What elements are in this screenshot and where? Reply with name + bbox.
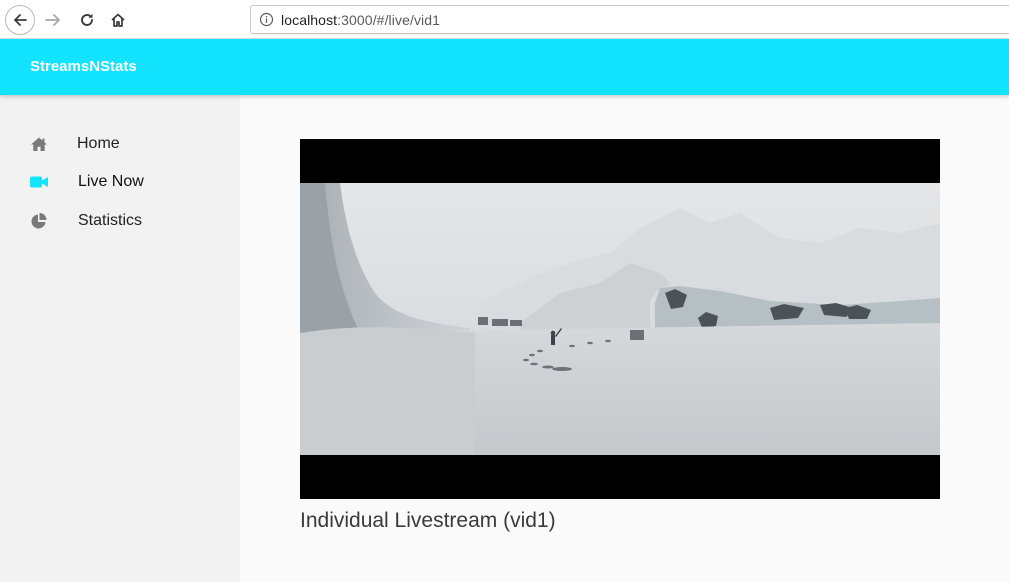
sidebar: Home Live Now Statistics xyxy=(0,95,240,582)
video-frame xyxy=(300,183,940,455)
home-icon xyxy=(29,134,49,154)
app-header: StreamsNStats xyxy=(0,39,1009,95)
home-outline-icon xyxy=(111,13,125,27)
url-host: localhost xyxy=(281,11,338,28)
url-path: :3000/#/live/vid1 xyxy=(337,11,441,28)
back-arrow-icon xyxy=(5,5,35,35)
address-bar[interactable]: localhost:3000/#/live/vid1 xyxy=(250,5,1009,34)
reload-button[interactable] xyxy=(72,5,102,35)
url-text: localhost:3000/#/live/vid1 xyxy=(281,12,440,28)
sidebar-item-statistics[interactable]: Statistics xyxy=(0,204,240,238)
video-camera-icon xyxy=(29,172,49,192)
info-icon[interactable] xyxy=(251,5,281,34)
pie-chart-icon xyxy=(29,211,49,231)
browser-toolbar: localhost:3000/#/live/vid1 xyxy=(0,0,1009,39)
video-player[interactable] xyxy=(300,139,940,499)
browser-home-button[interactable] xyxy=(103,5,133,35)
sidebar-item-home[interactable]: Home xyxy=(0,127,240,161)
forward-arrow-icon xyxy=(45,14,60,26)
back-button[interactable] xyxy=(5,5,35,35)
reload-icon xyxy=(81,13,93,26)
sidebar-item-label: Live Now xyxy=(78,173,144,190)
forward-button[interactable] xyxy=(38,5,68,35)
brand-title[interactable]: StreamsNStats xyxy=(30,58,137,75)
sidebar-item-label: Home xyxy=(77,135,120,152)
main-content: Individual Livestream (vid1) xyxy=(240,95,1009,582)
sidebar-item-label: Statistics xyxy=(78,212,143,229)
stream-title: Individual Livestream (vid1) xyxy=(300,509,556,532)
sidebar-item-live-now[interactable]: Live Now xyxy=(0,165,240,199)
